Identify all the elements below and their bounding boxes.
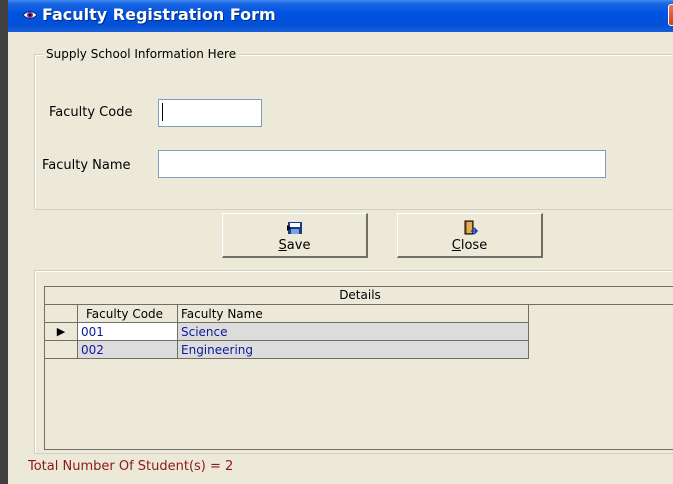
status-total-students: Total Number Of Student(s) = 2 [28, 459, 234, 474]
row-selector-1[interactable]: ▶ [45, 323, 78, 341]
school-info-groupbox: Supply School Information Here [34, 47, 673, 210]
column-header-faculty-code[interactable]: Faculty Code [78, 305, 178, 323]
table-cell-name[interactable]: Engineering [178, 341, 529, 359]
text-caret [162, 103, 163, 121]
window-left-edge [0, 0, 8, 484]
faculty-name-label: Faculty Name [42, 158, 131, 173]
save-button-label: Save [278, 238, 311, 253]
details-grid[interactable]: Details Faculty Code Faculty Name ▶ 001 … [44, 286, 673, 450]
current-row-indicator-icon: ▶ [56, 325, 66, 338]
close-button[interactable]: Close [397, 213, 543, 258]
faculty-code-input[interactable] [158, 99, 262, 127]
save-button[interactable]: Save [222, 213, 368, 258]
eye-icon [22, 11, 38, 19]
window-body: Supply School Information Here Faculty C… [8, 32, 673, 484]
row-selector-2[interactable] [45, 341, 78, 359]
window-close-button[interactable]: X [668, 4, 673, 26]
window-title: Faculty Registration Form [42, 5, 276, 24]
grid-caption: Details [45, 287, 673, 305]
save-icon [287, 222, 302, 234]
groupbox-legend: Supply School Information Here [43, 47, 240, 61]
table-cell-code[interactable]: 001 [78, 323, 178, 341]
faculty-code-label: Faculty Code [49, 105, 133, 120]
faculty-name-input[interactable] [158, 150, 606, 178]
door-exit-icon [464, 220, 478, 235]
close-button-label: Close [451, 238, 488, 253]
grid-corner-cell [45, 305, 78, 323]
column-header-faculty-name[interactable]: Faculty Name [178, 305, 529, 323]
table-cell-code[interactable]: 002 [78, 341, 178, 359]
table-cell-name[interactable]: Science [178, 323, 529, 341]
title-bar[interactable]: Faculty Registration Form X [8, 0, 673, 32]
